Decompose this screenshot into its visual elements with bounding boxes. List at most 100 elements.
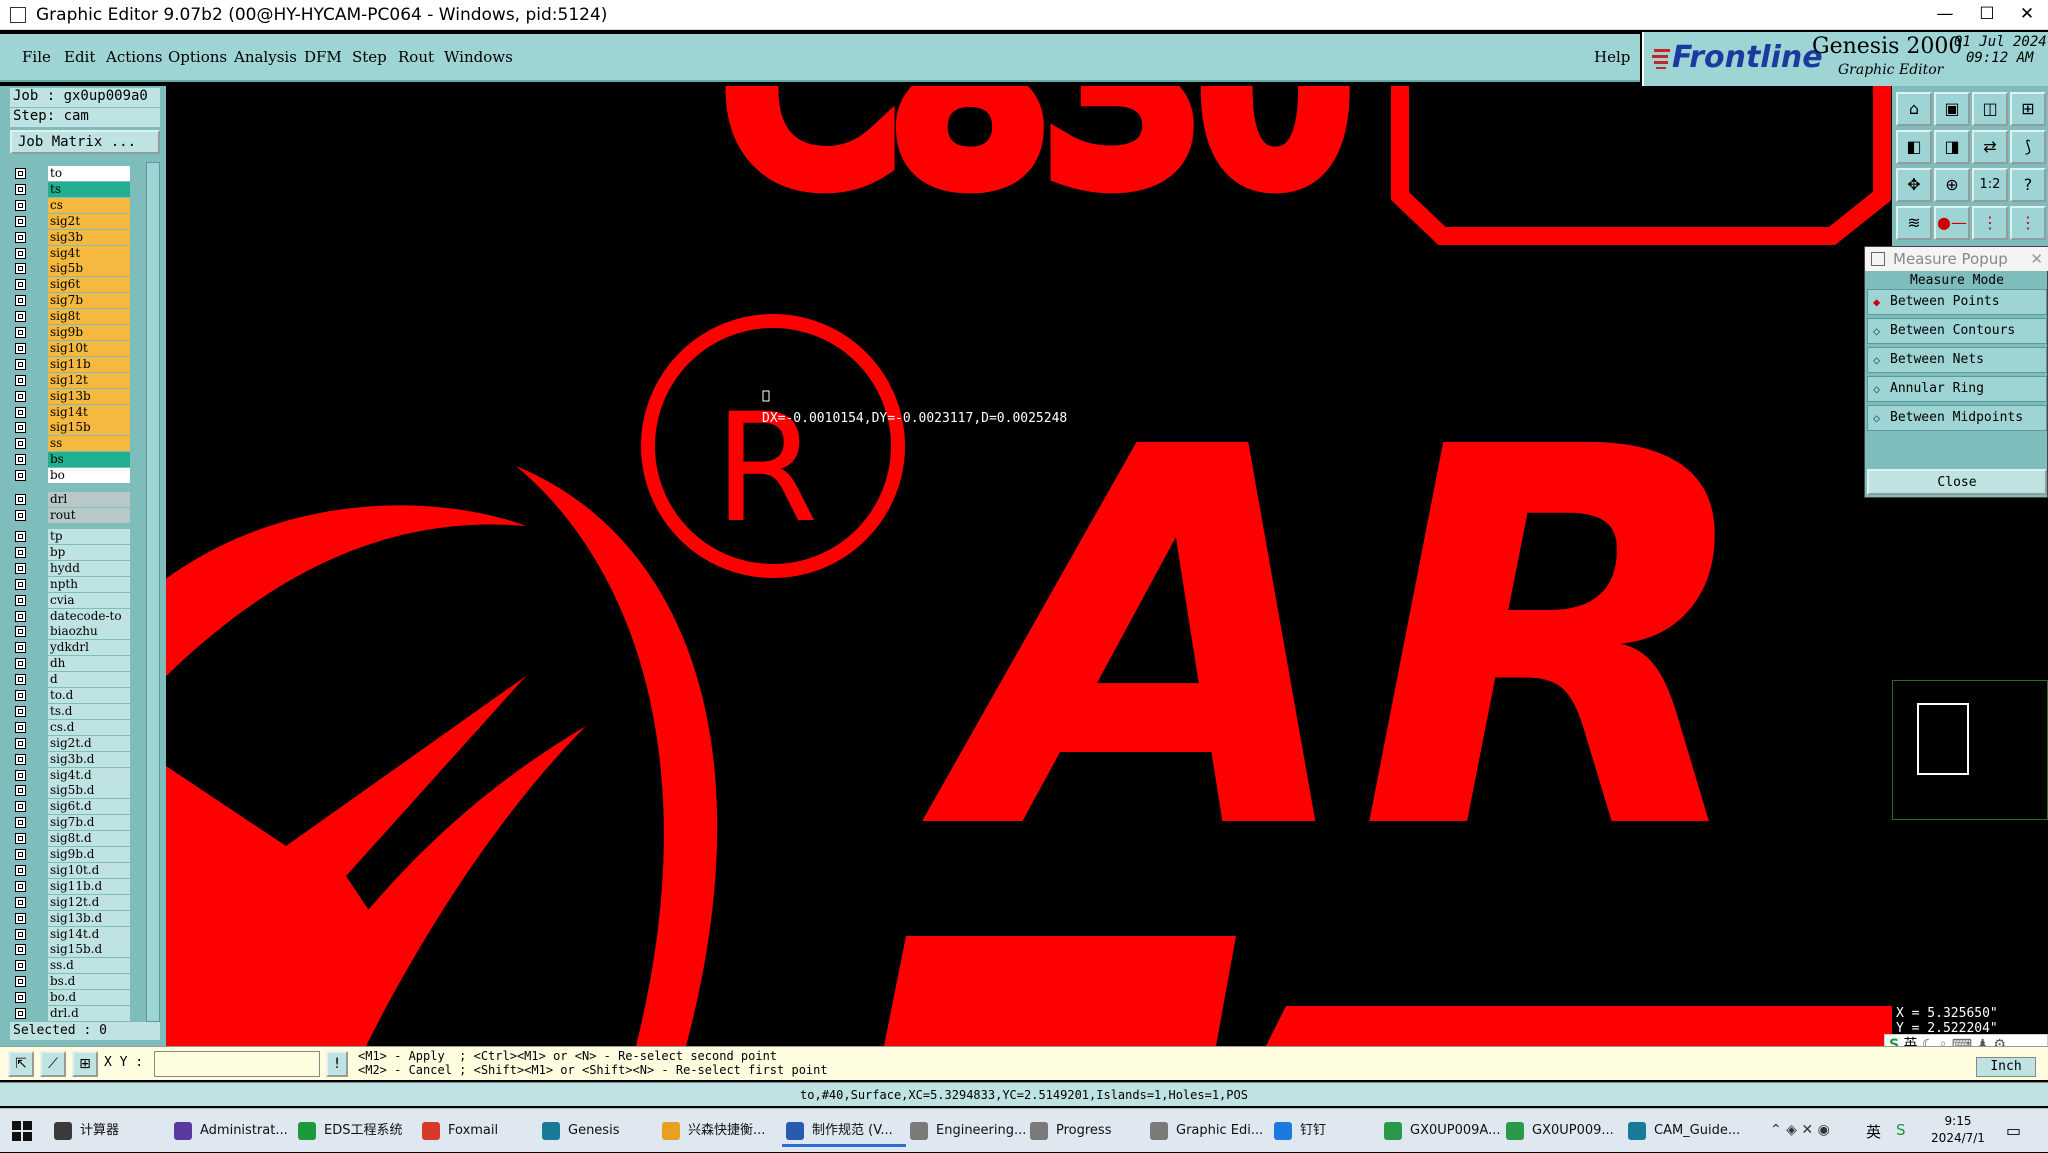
layers-stack-button[interactable]: ≋ (1896, 206, 1932, 240)
snap-button[interactable]: ⟆ (2010, 130, 2046, 164)
layer-row[interactable]: rout (12, 507, 130, 523)
layer-name[interactable]: ts (48, 181, 130, 197)
layer-name[interactable]: datecode-to (48, 608, 130, 624)
layer-name[interactable]: to (48, 166, 130, 181)
layer-row[interactable]: ydkdrl (12, 640, 130, 656)
menu-edit[interactable]: Edit (64, 48, 95, 66)
menu-file[interactable]: File (22, 48, 51, 66)
taskbar-app[interactable]: 钉钉 (1270, 1115, 1380, 1147)
layer-checkbox-icon[interactable] (15, 231, 26, 243)
popup-close-icon[interactable]: ✕ (2030, 247, 2043, 271)
layer-row[interactable]: ts (12, 181, 130, 197)
layer-checkbox-icon[interactable] (15, 470, 26, 482)
layer-name[interactable]: sig7b.d (48, 815, 130, 831)
layer-scrollbar[interactable] (146, 162, 160, 1022)
measure-popup-title-bar[interactable]: Measure Popup ✕ (1865, 247, 2048, 271)
layer-row[interactable]: drl (12, 492, 130, 507)
xy-input[interactable] (154, 1051, 320, 1077)
layer-name[interactable]: ss (48, 436, 130, 452)
layer-name[interactable]: cvia (48, 592, 130, 608)
layer-name[interactable]: cs (48, 197, 130, 213)
pan-right-button[interactable]: ◨ (1934, 130, 1970, 164)
layer-checkbox-icon[interactable] (15, 912, 26, 924)
net-tool-button[interactable]: ⋮ (1972, 206, 2008, 240)
layer-row[interactable]: sig7b (12, 293, 130, 309)
taskbar-app[interactable]: Graphic Edi... (1146, 1115, 1270, 1147)
layer-checkbox-icon[interactable] (15, 509, 26, 521)
layer-name[interactable]: bs.d (48, 974, 130, 990)
layer-checkbox-icon[interactable] (15, 690, 26, 701)
job-matrix-button[interactable]: Job Matrix ... (10, 130, 160, 154)
layer-row[interactable]: sig11b (12, 356, 130, 372)
layer-name[interactable]: sig5b.d (48, 783, 130, 799)
taskbar-app[interactable]: Foxmail (418, 1115, 538, 1147)
layer-row[interactable]: sig4t (12, 245, 130, 261)
layer-checkbox-icon[interactable] (15, 168, 26, 179)
layer-checkbox-icon[interactable] (15, 833, 26, 845)
layer-row[interactable]: biaozhu (12, 624, 130, 640)
overview-panel[interactable] (1892, 680, 2048, 820)
layer-checkbox-icon[interactable] (15, 594, 26, 606)
center-button[interactable]: ⊕ (1934, 168, 1970, 202)
layer-checkbox-icon[interactable] (15, 992, 26, 1004)
popup-close-button[interactable]: Close (1867, 469, 2047, 495)
layer-name[interactable]: sig4t (48, 245, 130, 261)
taskbar-app[interactable]: Genesis (538, 1115, 658, 1147)
taskbar-app[interactable]: EDS工程系统 (294, 1115, 418, 1147)
layer-row[interactable]: bs.d (12, 974, 130, 990)
layer-row[interactable]: cs (12, 197, 130, 213)
layer-name[interactable]: sig2t.d (48, 735, 130, 751)
layer-checkbox-icon[interactable] (15, 199, 26, 211)
layer-row[interactable]: sig5b.d (12, 783, 130, 799)
layer-row[interactable]: sig12t.d (12, 894, 130, 910)
layer-name[interactable]: ydkdrl (48, 640, 130, 656)
mode-between-nets[interactable]: ◇ Between Nets (1867, 347, 2047, 373)
tray-ime-icon[interactable]: S (1896, 1121, 1906, 1139)
layer-checkbox-icon[interactable] (15, 785, 26, 797)
layer-name[interactable]: bp (48, 544, 130, 560)
layer-row[interactable]: sig14t (12, 404, 130, 420)
layer-checkbox-icon[interactable] (15, 263, 26, 275)
layer-checkbox-icon[interactable] (15, 801, 26, 813)
layer-checkbox-icon[interactable] (15, 374, 26, 386)
layer-checkbox-icon[interactable] (15, 1008, 26, 1019)
close-button[interactable]: ✕ (2004, 0, 2048, 30)
pan-left-button[interactable]: ◧ (1896, 130, 1932, 164)
layer-row[interactable]: ss (12, 436, 130, 452)
zoom-window-button[interactable]: ⊞ (2010, 92, 2046, 126)
layer-checkbox-icon[interactable] (15, 610, 26, 622)
info-icon[interactable]: ! (326, 1051, 348, 1077)
layer-name[interactable]: sig10t.d (48, 862, 130, 878)
layer-checkbox-icon[interactable] (15, 721, 26, 733)
layer-checkbox-icon[interactable] (15, 494, 26, 505)
menu-step[interactable]: Step (352, 48, 387, 66)
layer-name[interactable]: sig12t (48, 372, 130, 388)
layer-checkbox-icon[interactable] (15, 976, 26, 988)
layer-name[interactable]: ss.d (48, 958, 130, 974)
layer-name[interactable]: sig13b.d (48, 910, 130, 926)
window-title-bar[interactable]: Graphic Editor 9.07b2 (00@HY-HYCAM-PC064… (0, 0, 2048, 30)
layer-name[interactable]: sig6t (48, 277, 130, 293)
layer-name[interactable]: sig11b.d (48, 878, 130, 894)
layer-checkbox-icon[interactable] (15, 390, 26, 402)
scale-button[interactable]: 1:2 (1972, 168, 2008, 202)
layer-row[interactable]: sig8t (12, 309, 130, 325)
layer-checkbox-icon[interactable] (15, 849, 26, 860)
layer-checkbox-icon[interactable] (15, 674, 26, 686)
taskbar-app[interactable]: 制作规范 (V... (782, 1115, 906, 1147)
minimize-button[interactable]: — (1922, 0, 1968, 30)
layer-row[interactable]: sig8t.d (12, 831, 130, 847)
layer-name[interactable]: sig3b (48, 229, 130, 245)
layer-row[interactable]: sig10t (12, 340, 130, 356)
layer-checkbox-icon[interactable] (15, 658, 26, 670)
layer-checkbox-icon[interactable] (15, 817, 26, 829)
layer-row[interactable]: sig10t.d (12, 862, 130, 878)
layer-row[interactable]: sig12t (12, 372, 130, 388)
layer-checkbox-icon[interactable] (15, 896, 26, 908)
menu-help[interactable]: Help (1594, 48, 1630, 66)
menu-dfm[interactable]: DFM (304, 48, 342, 66)
layer-row[interactable]: d (12, 672, 130, 688)
layer-name[interactable]: ts.d (48, 703, 130, 719)
layer-row[interactable]: bo.d (12, 990, 130, 1006)
layer-checkbox-icon[interactable] (15, 358, 26, 370)
